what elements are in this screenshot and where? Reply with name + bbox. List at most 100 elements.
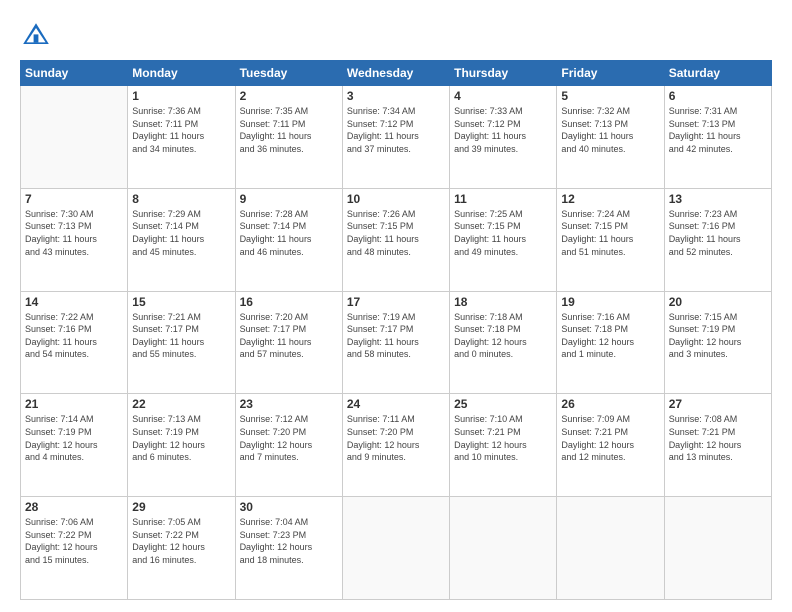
day-info: Sunrise: 7:19 AM Sunset: 7:17 PM Dayligh… [347,311,445,361]
day-number: 20 [669,295,767,309]
day-info: Sunrise: 7:06 AM Sunset: 7:22 PM Dayligh… [25,516,123,566]
day-number: 26 [561,397,659,411]
day-info: Sunrise: 7:13 AM Sunset: 7:19 PM Dayligh… [132,413,230,463]
day-info: Sunrise: 7:21 AM Sunset: 7:17 PM Dayligh… [132,311,230,361]
calendar-cell: 11 Sunrise: 7:25 AM Sunset: 7:15 PM Dayli… [450,188,557,291]
day-number: 6 [669,89,767,103]
calendar-cell [21,86,128,189]
day-info: Sunrise: 7:11 AM Sunset: 7:20 PM Dayligh… [347,413,445,463]
day-number: 12 [561,192,659,206]
day-header: Saturday [664,61,771,86]
day-header: Thursday [450,61,557,86]
day-header: Friday [557,61,664,86]
day-info: Sunrise: 7:32 AM Sunset: 7:13 PM Dayligh… [561,105,659,155]
day-info: Sunrise: 7:18 AM Sunset: 7:18 PM Dayligh… [454,311,552,361]
calendar-cell: 19 Sunrise: 7:16 AM Sunset: 7:18 PM Dayli… [557,291,664,394]
day-header: Monday [128,61,235,86]
calendar-cell: 22 Sunrise: 7:13 AM Sunset: 7:19 PM Dayli… [128,394,235,497]
day-info: Sunrise: 7:34 AM Sunset: 7:12 PM Dayligh… [347,105,445,155]
day-info: Sunrise: 7:22 AM Sunset: 7:16 PM Dayligh… [25,311,123,361]
day-number: 22 [132,397,230,411]
day-number: 13 [669,192,767,206]
day-info: Sunrise: 7:36 AM Sunset: 7:11 PM Dayligh… [132,105,230,155]
calendar-cell: 29 Sunrise: 7:05 AM Sunset: 7:22 PM Dayli… [128,497,235,600]
day-number: 14 [25,295,123,309]
day-info: Sunrise: 7:29 AM Sunset: 7:14 PM Dayligh… [132,208,230,258]
day-number: 30 [240,500,338,514]
calendar-cell: 23 Sunrise: 7:12 AM Sunset: 7:20 PM Dayli… [235,394,342,497]
calendar-cell: 26 Sunrise: 7:09 AM Sunset: 7:21 PM Dayli… [557,394,664,497]
calendar-cell: 9 Sunrise: 7:28 AM Sunset: 7:14 PM Daylig… [235,188,342,291]
calendar-cell: 24 Sunrise: 7:11 AM Sunset: 7:20 PM Dayli… [342,394,449,497]
calendar-cell: 21 Sunrise: 7:14 AM Sunset: 7:19 PM Dayli… [21,394,128,497]
calendar-cell: 20 Sunrise: 7:15 AM Sunset: 7:19 PM Dayli… [664,291,771,394]
day-number: 1 [132,89,230,103]
day-number: 19 [561,295,659,309]
day-number: 23 [240,397,338,411]
day-number: 11 [454,192,552,206]
day-number: 18 [454,295,552,309]
day-number: 9 [240,192,338,206]
calendar-cell [342,497,449,600]
day-header: Wednesday [342,61,449,86]
day-info: Sunrise: 7:16 AM Sunset: 7:18 PM Dayligh… [561,311,659,361]
calendar-cell: 12Sunrise: 7:24 AM Sunset: 7:15 PM Dayli… [557,188,664,291]
day-info: Sunrise: 7:09 AM Sunset: 7:21 PM Dayligh… [561,413,659,463]
day-info: Sunrise: 7:33 AM Sunset: 7:12 PM Dayligh… [454,105,552,155]
calendar-cell: 1 Sunrise: 7:36 AM Sunset: 7:11 PM Daylig… [128,86,235,189]
day-header: Sunday [21,61,128,86]
calendar-cell: 6 Sunrise: 7:31 AM Sunset: 7:13 PM Daylig… [664,86,771,189]
calendar-cell [664,497,771,600]
header [20,16,772,52]
day-number: 17 [347,295,445,309]
day-number: 29 [132,500,230,514]
calendar-cell: 25 Sunrise: 7:10 AM Sunset: 7:21 PM Dayli… [450,394,557,497]
calendar-cell: 13 Sunrise: 7:23 AM Sunset: 7:16 PM Dayli… [664,188,771,291]
day-info: Sunrise: 7:31 AM Sunset: 7:13 PM Dayligh… [669,105,767,155]
calendar-cell: 8 Sunrise: 7:29 AM Sunset: 7:14 PM Daylig… [128,188,235,291]
day-number: 4 [454,89,552,103]
calendar-cell: 17 Sunrise: 7:19 AM Sunset: 7:17 PM Dayli… [342,291,449,394]
day-info: Sunrise: 7:14 AM Sunset: 7:19 PM Dayligh… [25,413,123,463]
day-info: Sunrise: 7:04 AM Sunset: 7:23 PM Dayligh… [240,516,338,566]
day-header: Tuesday [235,61,342,86]
calendar-cell: 4 Sunrise: 7:33 AM Sunset: 7:12 PM Daylig… [450,86,557,189]
calendar-cell: 28 Sunrise: 7:06 AM Sunset: 7:22 PM Dayli… [21,497,128,600]
day-info: Sunrise: 7:28 AM Sunset: 7:14 PM Dayligh… [240,208,338,258]
day-info: Sunrise: 7:15 AM Sunset: 7:19 PM Dayligh… [669,311,767,361]
day-number: 3 [347,89,445,103]
day-info: Sunrise: 7:12 AM Sunset: 7:20 PM Dayligh… [240,413,338,463]
calendar-cell: 10 Sunrise: 7:26 AM Sunset: 7:15 PM Dayli… [342,188,449,291]
calendar-cell: 2 Sunrise: 7:35 AM Sunset: 7:11 PM Daylig… [235,86,342,189]
calendar-cell: 15 Sunrise: 7:21 AM Sunset: 7:17 PM Dayli… [128,291,235,394]
day-info: Sunrise: 7:25 AM Sunset: 7:15 PM Dayligh… [454,208,552,258]
calendar: SundayMondayTuesdayWednesdayThursdayFrid… [20,60,772,600]
day-number: 2 [240,89,338,103]
day-number: 15 [132,295,230,309]
day-number: 25 [454,397,552,411]
day-number: 7 [25,192,123,206]
day-number: 28 [25,500,123,514]
calendar-cell: 16Sunrise: 7:20 AM Sunset: 7:17 PM Dayli… [235,291,342,394]
day-number: 8 [132,192,230,206]
calendar-cell: 18 Sunrise: 7:18 AM Sunset: 7:18 PM Dayli… [450,291,557,394]
day-number: 21 [25,397,123,411]
calendar-cell: 7Sunrise: 7:30 AM Sunset: 7:13 PM Daylig… [21,188,128,291]
calendar-cell: 30 Sunrise: 7:04 AM Sunset: 7:23 PM Dayli… [235,497,342,600]
calendar-cell [450,497,557,600]
day-info: Sunrise: 7:10 AM Sunset: 7:21 PM Dayligh… [454,413,552,463]
day-info: Sunrise: 7:20 AM Sunset: 7:17 PM Dayligh… [240,311,338,361]
logo [20,20,56,52]
calendar-cell [557,497,664,600]
calendar-cell: 27Sunrise: 7:08 AM Sunset: 7:21 PM Dayli… [664,394,771,497]
calendar-cell: 5 Sunrise: 7:32 AM Sunset: 7:13 PM Daylig… [557,86,664,189]
day-number: 10 [347,192,445,206]
day-info: Sunrise: 7:05 AM Sunset: 7:22 PM Dayligh… [132,516,230,566]
calendar-cell: 3 Sunrise: 7:34 AM Sunset: 7:12 PM Daylig… [342,86,449,189]
day-info: Sunrise: 7:23 AM Sunset: 7:16 PM Dayligh… [669,208,767,258]
day-number: 5 [561,89,659,103]
day-info: Sunrise: 7:26 AM Sunset: 7:15 PM Dayligh… [347,208,445,258]
day-info: Sunrise: 7:35 AM Sunset: 7:11 PM Dayligh… [240,105,338,155]
day-info: Sunrise: 7:08 AM Sunset: 7:21 PM Dayligh… [669,413,767,463]
day-number: 24 [347,397,445,411]
